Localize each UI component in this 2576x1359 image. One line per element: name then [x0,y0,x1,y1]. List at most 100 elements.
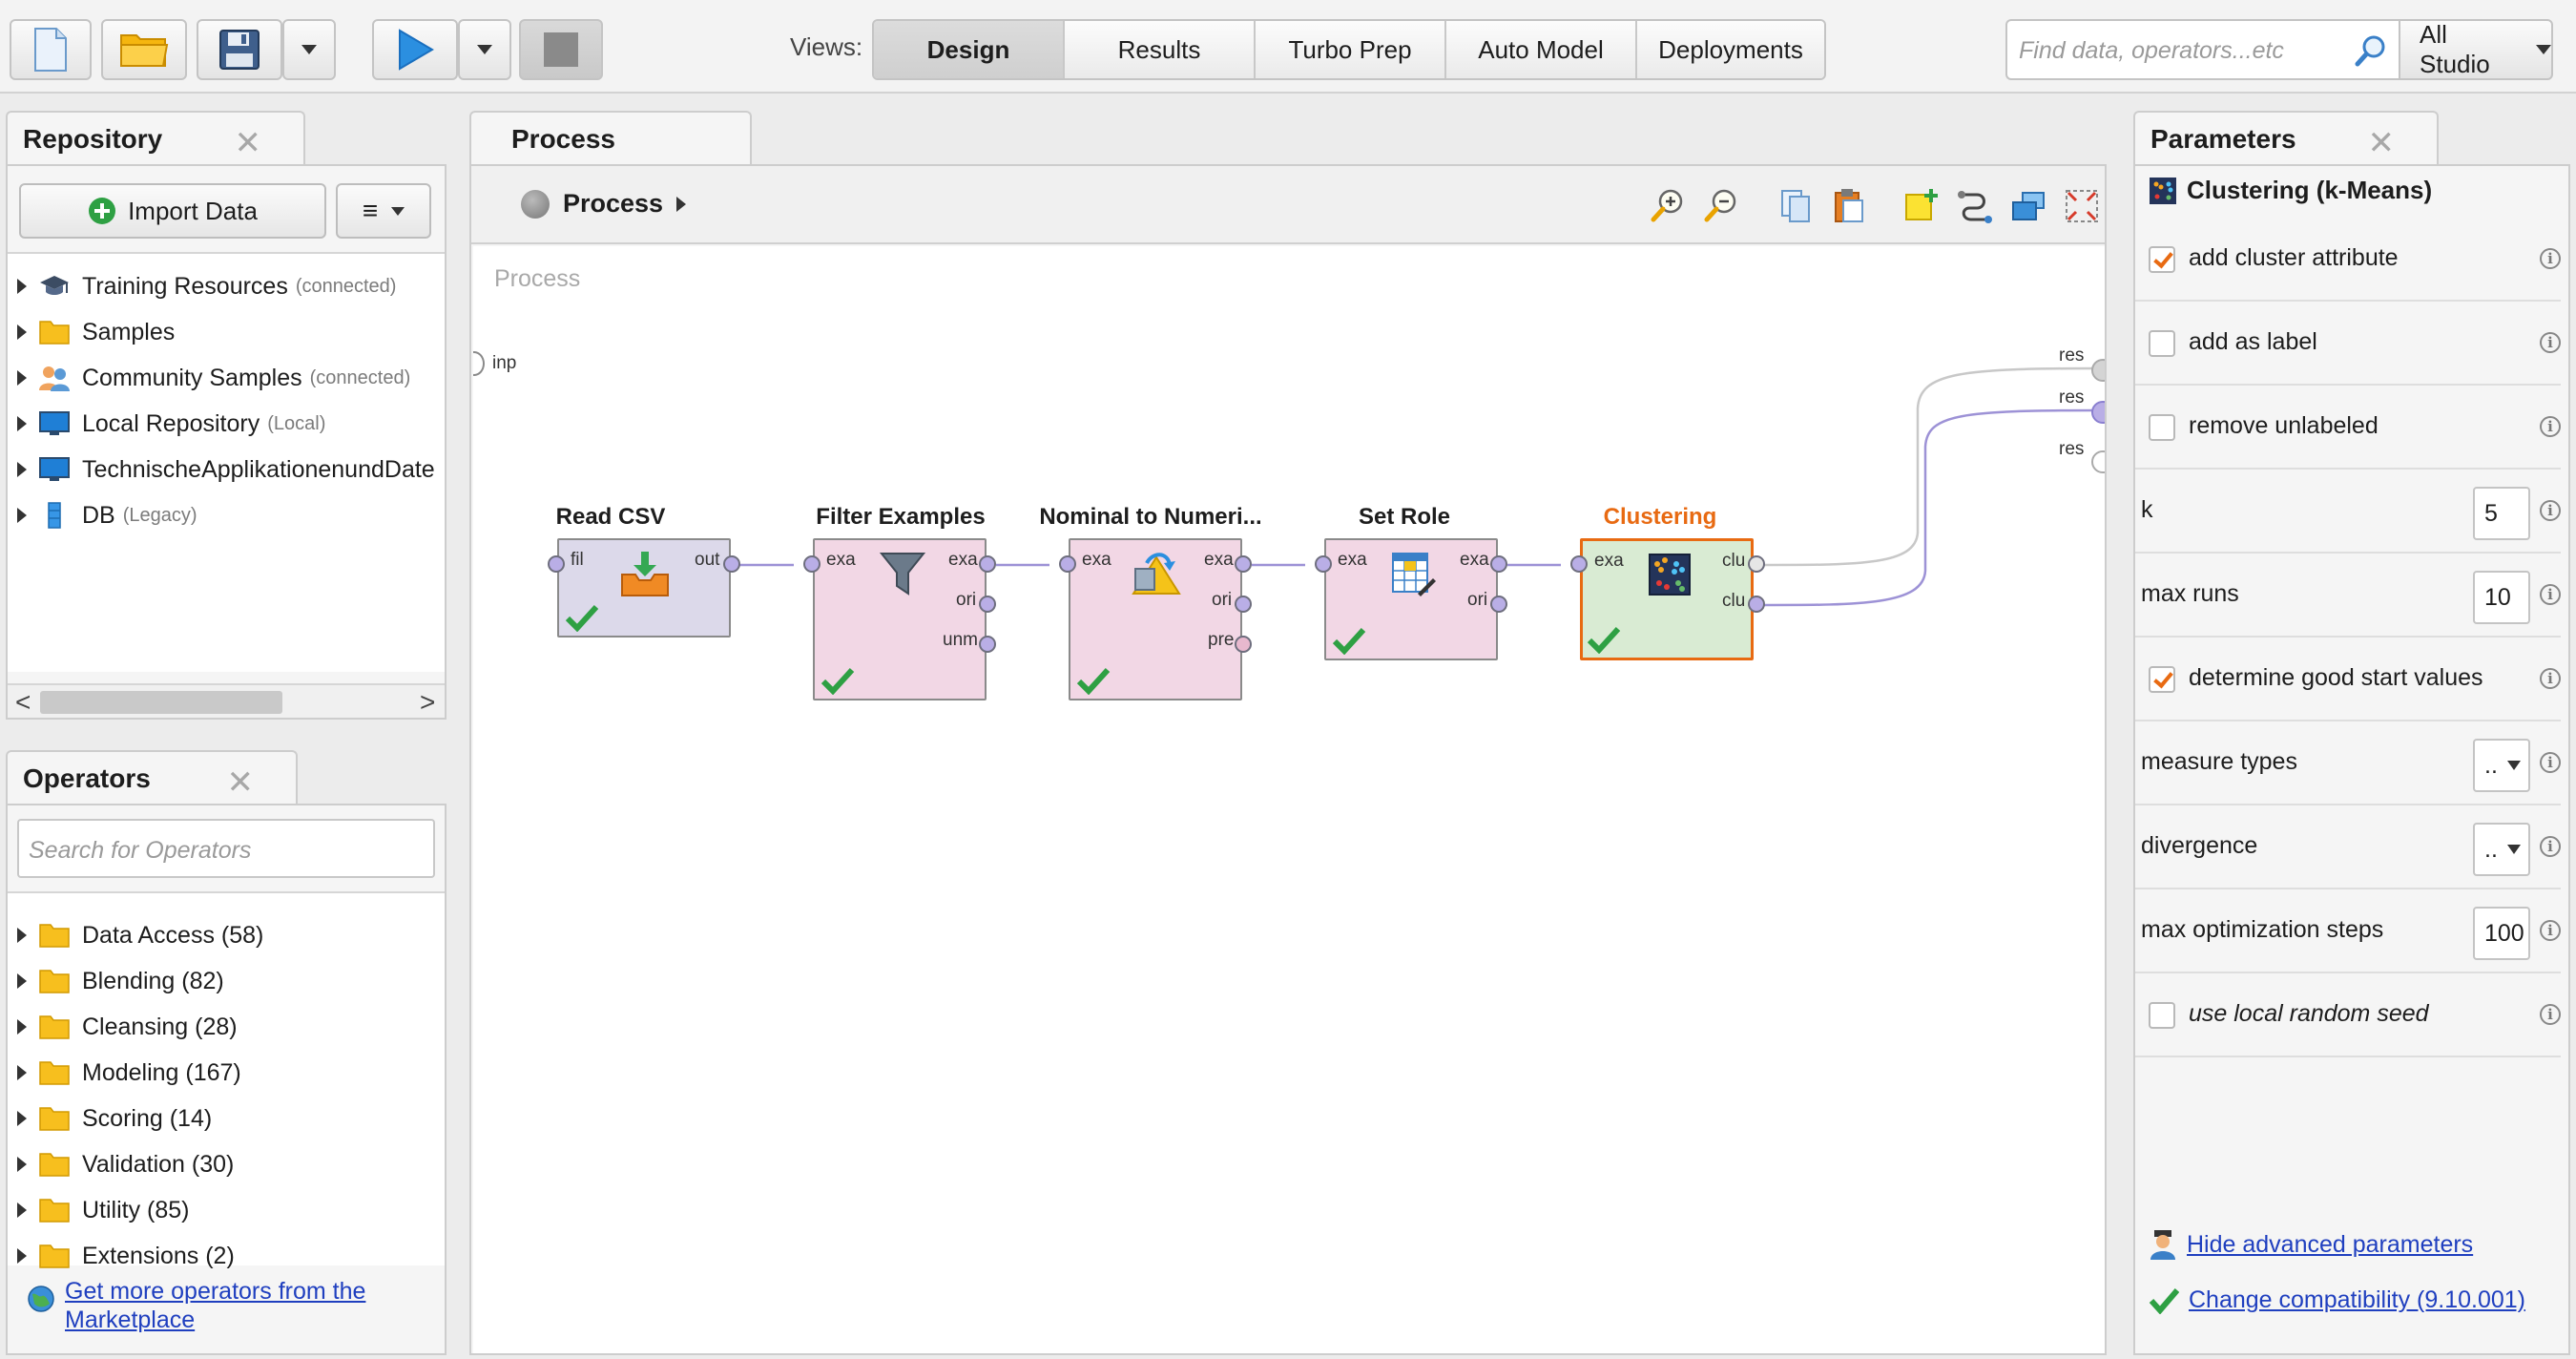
determine-good-start-values-checkbox[interactable] [2149,666,2175,693]
save-options-dropdown[interactable] [282,19,336,80]
close-icon[interactable]: ✕ [235,124,262,162]
info-icon[interactable]: i [2540,248,2561,269]
operator-output-port[interactable] [1490,596,1507,613]
scrollbar-thumb[interactable] [40,691,282,714]
auto-wire-icon[interactable] [1956,187,1994,225]
operator-group-scoring[interactable]: Scoring (14) [8,1096,212,1141]
expand-arrow-icon[interactable] [17,1065,27,1080]
view-tab-auto-model[interactable]: Auto Model [1446,21,1637,78]
operator-set-role-title[interactable]: Set Role [1290,504,1519,531]
tab-parameters[interactable]: Parameters ✕ [2133,111,2439,166]
expand-arrow-icon[interactable] [17,416,27,431]
operator-input-port[interactable] [548,555,565,573]
expand-arrow-icon[interactable] [17,462,27,477]
import-data-button[interactable]: Import Data [19,183,326,239]
repository-menu-button[interactable]: ≡ [336,183,431,239]
tab-operators[interactable]: Operators ✕ [6,750,298,805]
close-icon[interactable]: ✕ [227,763,255,802]
run-process-button[interactable] [372,19,458,80]
operator-read-csv-title[interactable]: Read CSV [525,504,696,531]
k-input[interactable]: 5 [2473,487,2530,540]
operator-output-port[interactable] [1235,596,1252,613]
measure-types-dropdown[interactable]: .. [2473,739,2530,792]
operator-output-port[interactable] [979,555,996,573]
info-icon[interactable]: i [2540,1004,2561,1025]
operator-output-port[interactable] [979,596,996,613]
operator-clustering-title[interactable]: Clustering [1555,504,1765,531]
divergence-dropdown[interactable]: .. [2473,823,2530,876]
expand-arrow-icon[interactable] [17,928,27,943]
repo-item-community-samples[interactable]: Community Samples (connected) [8,355,410,401]
operator-group-data-access[interactable]: Data Access (58) [8,912,263,958]
info-icon[interactable]: i [2540,584,2561,605]
operator-group-validation[interactable]: Validation (30) [8,1141,234,1187]
marketplace-link[interactable]: Get more operators from the Marketplace [65,1277,427,1334]
scroll-right-icon[interactable]: > [420,687,435,718]
studio-scope-dropdown[interactable]: All Studio [2399,19,2553,80]
expand-arrow-icon[interactable] [17,1019,27,1035]
view-tab-design[interactable]: Design [874,21,1065,78]
operator-input-port[interactable] [1315,555,1332,573]
info-icon[interactable]: i [2540,668,2561,689]
max-optimization-steps-input[interactable]: 100 [2473,907,2530,960]
layers-icon[interactable] [2009,187,2047,225]
operator-clustering[interactable]: exa clu clu [1580,538,1754,660]
operator-output-port[interactable] [1235,555,1252,573]
operator-output-port[interactable] [979,636,996,653]
operator-nominal-to-numerical-title[interactable]: Nominal to Numeri... [1027,504,1275,531]
paste-icon[interactable] [1830,187,1868,225]
expand-arrow-icon[interactable] [17,370,27,386]
hide-advanced-parameters-link[interactable]: Hide advanced parameters [2187,1231,2473,1259]
process-canvas[interactable]: Process inp res res res Read CSV fil out… [473,246,2105,1353]
repo-item-technische-applikationen[interactable]: TechnischeApplikationenundDate [8,447,435,492]
open-process-button[interactable] [101,19,187,80]
info-icon[interactable]: i [2540,332,2561,353]
view-tab-turbo-prep[interactable]: Turbo Prep [1256,21,1446,78]
info-icon[interactable]: i [2540,920,2561,941]
use-local-random-seed-checkbox[interactable] [2149,1002,2175,1029]
repo-item-samples[interactable]: Samples [8,309,175,355]
expand-arrow-icon[interactable] [17,508,27,523]
info-icon[interactable]: i [2540,500,2561,521]
repo-item-local-repository[interactable]: Local Repository (Local) [8,401,325,447]
info-icon[interactable]: i [2540,836,2561,857]
operator-read-csv[interactable]: fil out [557,538,731,638]
operator-group-extensions[interactable]: Extensions (2) [8,1233,235,1279]
run-options-dropdown[interactable] [458,19,511,80]
global-search-input[interactable] [2019,34,2343,67]
view-tab-deployments[interactable]: Deployments [1637,21,1824,78]
operator-filter-examples-title[interactable]: Filter Examples [777,504,1025,531]
operator-input-port[interactable] [1059,555,1076,573]
operator-nominal-to-numerical[interactable]: exa exa ori pre [1069,538,1242,700]
stop-process-button[interactable] [519,19,603,80]
add-as-label-checkbox[interactable] [2149,330,2175,357]
repository-horizontal-scrollbar[interactable]: < > [8,683,445,718]
expand-arrow-icon[interactable] [17,1111,27,1126]
repo-item-db[interactable]: DB (Legacy) [8,492,197,538]
operator-group-utility[interactable]: Utility (85) [8,1187,190,1233]
add-note-icon[interactable] [1902,187,1941,225]
zoom-out-icon[interactable] [1702,187,1740,225]
operator-input-port[interactable] [803,555,821,573]
operator-input-port[interactable] [1570,555,1588,573]
operator-output-port[interactable] [1490,555,1507,573]
info-icon[interactable]: i [2540,416,2561,437]
breadcrumb[interactable]: Process [521,189,687,219]
zoom-in-icon[interactable] [1649,187,1687,225]
remove-unlabeled-checkbox[interactable] [2149,414,2175,441]
expand-arrow-icon[interactable] [17,279,27,294]
new-process-button[interactable] [10,19,92,80]
operator-set-role[interactable]: exa exa ori [1324,538,1498,660]
operator-output-port[interactable] [1748,596,1765,613]
expand-arrow-icon[interactable] [17,1157,27,1172]
operator-group-cleansing[interactable]: Cleansing (28) [8,1004,238,1050]
operator-output-port[interactable] [1748,555,1765,573]
copy-icon[interactable] [1776,187,1815,225]
expand-arrow-icon[interactable] [17,1202,27,1218]
tab-process[interactable]: Process [469,111,752,166]
save-process-button[interactable] [197,19,282,80]
expand-arrow-icon[interactable] [17,324,27,340]
operator-search-input[interactable] [29,834,420,867]
repo-item-training-resources[interactable]: Training Resources (connected) [8,263,396,309]
fit-to-view-icon[interactable] [2063,187,2101,225]
